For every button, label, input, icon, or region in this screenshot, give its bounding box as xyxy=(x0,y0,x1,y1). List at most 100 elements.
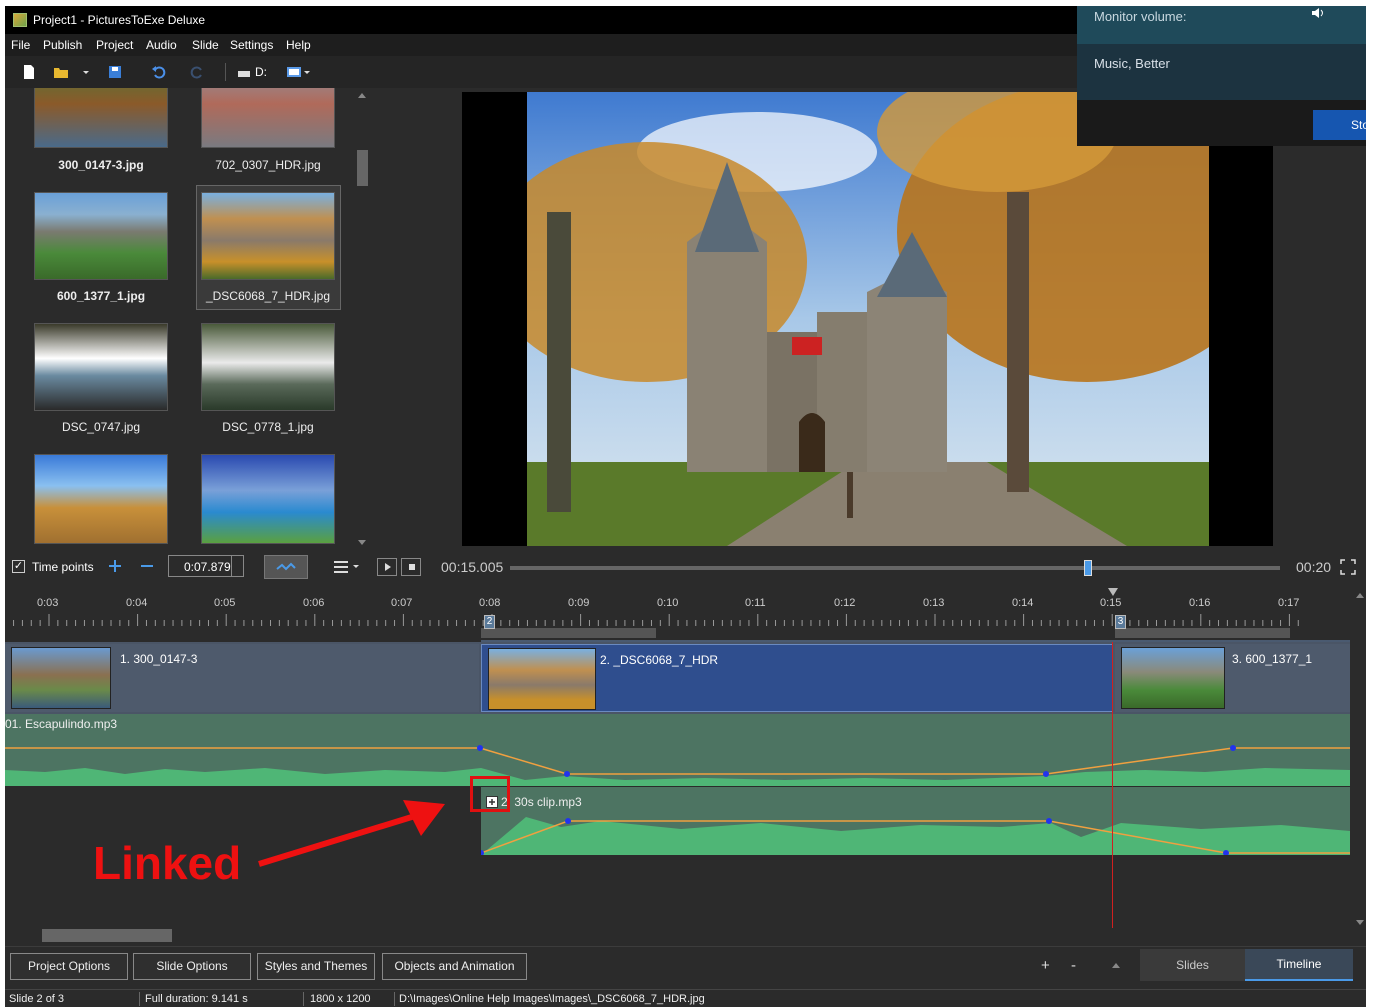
ruler-label: 0:08 xyxy=(479,597,501,609)
status-bar: Slide 2 of 3 Full duration: 9.141 s 1800… xyxy=(5,989,1366,1007)
playhead-line xyxy=(1112,642,1113,928)
thumbnail-image[interactable] xyxy=(34,323,168,411)
thumbnail-image[interactable] xyxy=(201,454,335,544)
thumbnail-image[interactable] xyxy=(34,192,168,280)
tab-timeline[interactable]: Timeline xyxy=(1245,949,1353,981)
audio-quality-label: Music, Better xyxy=(1094,56,1170,71)
menu-project[interactable]: Project xyxy=(96,38,133,52)
new-file-icon[interactable] xyxy=(21,64,37,80)
ruler-label: 0:04 xyxy=(126,597,148,609)
slide-clip[interactable]: 3. 600_1377_1 xyxy=(1115,644,1350,712)
project-options-button[interactable]: Project Options xyxy=(10,953,128,980)
audio-waveform xyxy=(481,817,1350,855)
slide-thumbnail xyxy=(11,647,111,709)
thumbnail-label: 600_1377_1.jpg xyxy=(56,289,146,303)
scroll-up-icon[interactable] xyxy=(1356,592,1364,598)
scroll-down-icon[interactable] xyxy=(1356,920,1364,926)
end-time: 00:20 xyxy=(1296,559,1332,575)
slide-marker[interactable]: 2 xyxy=(484,615,495,629)
tab-slides[interactable]: Slides xyxy=(1140,949,1245,981)
timeline-vscroll[interactable] xyxy=(1354,590,1366,930)
collapse-icon[interactable] xyxy=(1112,962,1120,968)
fullscreen-icon[interactable] xyxy=(1340,559,1356,575)
slide-clip-selected[interactable]: 2. _DSC6068_7_HDR xyxy=(481,644,1113,712)
redo-icon[interactable] xyxy=(189,64,205,80)
scroll-thumb[interactable] xyxy=(357,150,368,186)
status-duration: Full duration: 9.141 s xyxy=(145,993,248,1005)
view-mode-icon[interactable] xyxy=(286,64,312,80)
slide-label: 1. 300_0147-3 xyxy=(120,652,198,666)
time-controls: ✓ Time points 0:07.879 00:15.005 00:20 xyxy=(5,550,1366,584)
zoom-out-button[interactable]: - xyxy=(1071,957,1076,974)
thumbnail-image[interactable] xyxy=(34,88,168,148)
ruler-label: 0:07 xyxy=(391,597,413,609)
toolbar-divider xyxy=(225,63,226,81)
styles-themes-button[interactable]: Styles and Themes xyxy=(257,953,375,980)
undo-icon[interactable] xyxy=(151,64,167,80)
stop-playback-button[interactable] xyxy=(401,558,421,576)
link-highlight-box xyxy=(470,776,510,812)
waveform-icon xyxy=(276,562,296,571)
add-point-icon[interactable] xyxy=(108,559,122,573)
slide-options-button[interactable]: Slide Options xyxy=(133,953,251,980)
quality-row[interactable] xyxy=(1077,44,1366,100)
audio-waveform xyxy=(5,745,1350,786)
hscroll-thumb[interactable] xyxy=(42,929,172,942)
slide-marker[interactable]: 3 xyxy=(1115,615,1126,629)
ruler-label: 0:09 xyxy=(568,597,590,609)
time-spinner[interactable] xyxy=(231,556,243,576)
menu-help[interactable]: Help xyxy=(286,38,311,52)
menu-lines-icon[interactable] xyxy=(333,560,361,574)
menu-settings[interactable]: Settings xyxy=(230,38,273,52)
ruler-label: 0:15 xyxy=(1100,597,1122,609)
preview-image xyxy=(527,92,1209,546)
zoom-in-button[interactable]: + xyxy=(1041,957,1050,974)
waveform-toggle[interactable] xyxy=(264,555,308,579)
playback-slider-thumb[interactable] xyxy=(1083,560,1092,576)
stop-button[interactable]: Sto xyxy=(1313,110,1366,140)
thumbnail-image[interactable] xyxy=(201,323,335,411)
playback-slider[interactable] xyxy=(510,560,1280,576)
drive-label[interactable]: D: xyxy=(255,65,267,79)
drive-icon[interactable] xyxy=(237,64,251,80)
remove-point-icon[interactable] xyxy=(140,559,154,573)
menu-audio[interactable]: Audio xyxy=(146,38,177,52)
menu-slide[interactable]: Slide xyxy=(192,38,219,52)
ruler-label: 0:11 xyxy=(745,597,766,609)
audio-track-linked[interactable]: 2. 30s clip.mp3 xyxy=(481,787,1350,855)
arrow-annotation xyxy=(258,800,445,867)
audio-track[interactable]: 01. Escapulindo.mp3 xyxy=(5,714,1350,786)
timeline-ruler[interactable]: 0:03 0:04 0:05 0:06 0:07 0:08 0:09 0:10 … xyxy=(5,584,1350,642)
ruler-label: 0:16 xyxy=(1189,597,1211,609)
scroll-down-icon[interactable] xyxy=(358,540,366,546)
status-slide: Slide 2 of 3 xyxy=(9,993,65,1005)
status-resolution: 1800 x 1200 xyxy=(310,993,371,1005)
app-icon xyxy=(13,13,27,27)
thumbnail-image[interactable] xyxy=(201,88,335,148)
play-button[interactable] xyxy=(377,558,397,576)
timeline-hscroll[interactable] xyxy=(5,928,1366,944)
time-value-field[interactable]: 0:07.879 xyxy=(168,555,244,577)
thumbnail-label: DSC_0778_1.jpg xyxy=(222,420,314,434)
thumbnail-image[interactable] xyxy=(34,454,168,544)
slide-clip[interactable]: 1. 300_0147-3 xyxy=(5,644,479,712)
objects-animation-button[interactable]: Objects and Animation xyxy=(382,953,527,980)
scroll-up-icon[interactable] xyxy=(358,92,366,98)
monitor-volume-popup: Monitor volume: Music, Better Sto xyxy=(1077,6,1366,146)
time-points-checkbox[interactable]: ✓ xyxy=(12,560,25,573)
thumbnail-scrollbar[interactable] xyxy=(355,88,369,550)
thumbnail-image[interactable] xyxy=(201,192,335,280)
playhead-handle-icon[interactable] xyxy=(1107,587,1119,597)
chevron-down-icon[interactable] xyxy=(81,64,91,80)
open-folder-icon[interactable] xyxy=(53,64,69,80)
menu-file[interactable]: File xyxy=(11,38,30,52)
ruler-label: 0:17 xyxy=(1278,597,1300,609)
ruler-label: 0:05 xyxy=(214,597,236,609)
speaker-icon[interactable] xyxy=(1311,7,1327,19)
app-window: Project1 - PicturesToExe Deluxe File Pub… xyxy=(5,6,1366,1007)
thumbnail-label: 300_0147-3.jpg xyxy=(58,158,144,172)
menu-publish[interactable]: Publish xyxy=(43,38,82,52)
thumbnail-label: DSC_0747.jpg xyxy=(61,420,141,434)
status-divider xyxy=(303,992,304,1006)
save-icon[interactable] xyxy=(107,64,123,80)
